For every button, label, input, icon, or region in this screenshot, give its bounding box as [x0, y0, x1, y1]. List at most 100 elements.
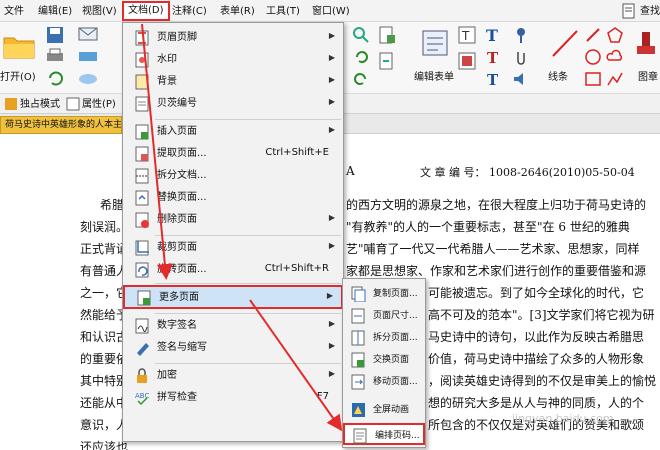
find-label[interactable]: 查找 [640, 4, 660, 19]
menu-item-label: 裁剪页面 [157, 242, 197, 253]
menu-item-split-document[interactable]: 拆分文档... [123, 165, 343, 187]
text-line-left: 意识，人 [80, 418, 129, 432]
article-number: 文 章 编 号： 1008-2646(2010)05-50-04 [420, 166, 635, 179]
submenu-item-swap-page[interactable]: 交换页面 [343, 349, 425, 371]
submenu-item-fullscreen-animation[interactable]: 全屏动画 [343, 399, 425, 421]
submenu-item-page-numbering[interactable]: 编排页码... [343, 423, 425, 445]
menu-edit[interactable]: 编辑(E) [38, 4, 72, 19]
ellipse-tool-icon[interactable] [584, 48, 602, 66]
page-tools-icon[interactable] [378, 26, 396, 44]
submenu-item-split-page[interactable]: 拆分页面... [343, 327, 425, 349]
menu-annotation[interactable]: 注释(C) [172, 4, 207, 19]
menu-file[interactable]: 文件 [4, 4, 24, 19]
add-page-icon[interactable] [378, 52, 396, 70]
menu-item-label: 拼写检查 [157, 392, 197, 403]
attach-icon[interactable] [512, 48, 530, 66]
pencil-icon[interactable] [584, 26, 602, 44]
menu-document[interactable]: 文档(D) [122, 1, 170, 21]
menu-item-spell-check[interactable]: ABC 拼写检查 F7 [123, 387, 343, 409]
menu-tools[interactable]: 工具(T) [266, 4, 300, 19]
rotate-left-icon[interactable] [352, 48, 370, 66]
menu-view[interactable]: 视图(V) [82, 4, 117, 19]
lock-icon [137, 368, 147, 383]
menu-item-delete-page[interactable]: 删除页面 ▶ [123, 209, 343, 231]
menu-item-label: 旋转页面... [157, 264, 207, 275]
typewriter-icon[interactable]: T [458, 26, 476, 44]
menu-form[interactable]: 表单(R) [220, 4, 255, 19]
menu-item-extract-page[interactable]: 提取页面... Ctrl+Shift+E [123, 143, 343, 165]
mail-icon[interactable] [78, 26, 98, 42]
menu-item-label: 插入页面 [157, 126, 197, 137]
submenu-item-label: 页面尺寸... [373, 311, 418, 321]
menu-item-watermark[interactable]: 水印 ▶ [123, 49, 343, 71]
text-box-icon[interactable]: T [484, 26, 502, 44]
rotate-right-icon[interactable] [352, 70, 370, 88]
menu-bar: 文件 编辑(E) 视图(V) 文档(D) 注释(C) 表单(R) 工具(T) 窗… [0, 0, 660, 22]
menu-item-label: 贝茨编号 [157, 98, 197, 109]
menu-item-more-pages[interactable]: 更多页面 ▶ [123, 285, 343, 309]
properties-icon[interactable] [66, 97, 80, 111]
zoom-in-icon[interactable] [352, 26, 370, 44]
edit-form-icon[interactable] [420, 28, 450, 58]
menu-item-sign-initials[interactable]: 签名与缩写 ▶ [123, 337, 343, 359]
stamp-label[interactable]: 图章 [638, 68, 658, 83]
menu-item-digital-signature[interactable]: 数字签名 ▶ [123, 315, 343, 337]
stamp-icon[interactable] [458, 52, 476, 70]
open-folder-icon[interactable] [2, 30, 36, 60]
document-tab[interactable]: 荷马史诗中英雄形象的人本主 [0, 116, 122, 134]
polyline-tool-icon[interactable] [606, 70, 624, 88]
search-doc-icon[interactable] [622, 3, 636, 19]
header-footer-icon [135, 30, 149, 46]
menu-item-encrypt[interactable]: 加密 ▶ [123, 365, 343, 387]
text-note-icon[interactable]: T [484, 70, 502, 88]
text-line-right: 价值，荷马史诗中描绘了众多的人物形象 [428, 352, 645, 366]
exclusive-mode-label[interactable]: 独占模式 [20, 97, 60, 112]
extract-page-icon [135, 146, 149, 162]
stamp-tool-icon[interactable] [634, 28, 658, 60]
text-line-left: 有普通人 [80, 264, 129, 278]
background-icon [135, 74, 149, 90]
menu-item-label: 拆分文档... [157, 170, 207, 181]
polygon-tool-icon[interactable] [606, 26, 624, 44]
pin-icon[interactable] [512, 26, 530, 44]
cloud-icon[interactable] [78, 70, 98, 86]
submenu-arrow-icon: ▶ [328, 125, 335, 134]
submenu-item-label: 编排页码... [375, 431, 420, 441]
sound-icon[interactable] [512, 70, 530, 88]
fullscreen-animation-icon [352, 403, 365, 417]
menu-separator [155, 235, 341, 236]
menu-item-crop-page[interactable]: 裁剪页面 ▶ [123, 237, 343, 259]
rectangle-tool-icon[interactable] [584, 70, 602, 88]
menu-item-replace-page[interactable]: 替换页面... [123, 187, 343, 209]
menu-item-rotate-page[interactable]: 旋转页面... Ctrl+Shift+R [123, 259, 343, 281]
text-callout-icon[interactable]: T [484, 48, 502, 66]
save-icon[interactable] [46, 26, 64, 44]
menu-item-insert-page[interactable]: 插入页面 ▶ [123, 121, 343, 143]
menu-item-label: 水印 [157, 54, 177, 65]
line-tool-icon[interactable] [550, 28, 580, 60]
undo-icon[interactable] [46, 70, 64, 86]
crop-page-icon [135, 240, 149, 256]
split-page-icon [351, 330, 365, 346]
scan-icon[interactable] [78, 48, 98, 64]
menu-item-bates-numbering[interactable]: 贝茨编号 ▶ [123, 93, 343, 115]
header-letter: A [346, 164, 355, 178]
watermark-icon [135, 52, 149, 68]
open-label[interactable]: 打开(O) [0, 68, 36, 83]
cloud-tool-icon[interactable] [606, 48, 624, 66]
more-pages-submenu: 复制页面... 页面尺寸... 拆分页面... 交换页面 移动页面... 全屏动… [342, 278, 426, 448]
menu-item-label: 页眉页脚 [157, 32, 197, 43]
submenu-item-page-size[interactable]: 页面尺寸... [343, 305, 425, 327]
line-label[interactable]: 线条 [548, 68, 568, 83]
edit-form-label[interactable]: 编辑表单 [414, 68, 454, 83]
menu-separator [155, 363, 341, 364]
exclusive-mode-icon[interactable] [4, 97, 18, 111]
submenu-item-copy-page[interactable]: 复制页面... [343, 283, 425, 305]
svg-text:ABC: ABC [135, 392, 149, 400]
properties-label[interactable]: 属性(P) [82, 97, 116, 112]
print-icon[interactable] [46, 48, 64, 64]
menu-item-background[interactable]: 背景 ▶ [123, 71, 343, 93]
menu-item-header-footer[interactable]: 页眉页脚 ▶ [123, 27, 343, 49]
menu-window[interactable]: 窗口(W) [312, 4, 350, 19]
submenu-item-move-page[interactable]: 移动页面... [343, 371, 425, 393]
